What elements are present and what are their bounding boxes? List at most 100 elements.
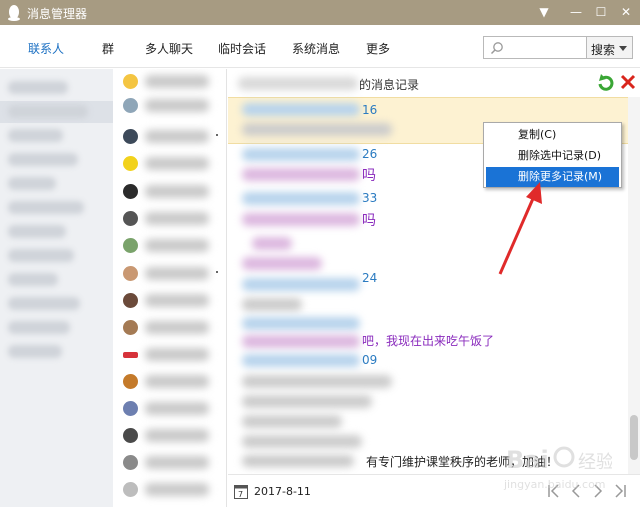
search-icon <box>490 42 503 55</box>
category-item[interactable] <box>8 201 84 214</box>
search-button-label: 搜索 <box>591 43 616 57</box>
avatar <box>123 293 138 308</box>
avatar <box>123 211 138 226</box>
context-menu: 复制(C) 删除选中记录(D) 删除更多记录(M) <box>483 122 622 188</box>
avatar <box>123 374 138 389</box>
message-text: 吗 <box>362 168 376 184</box>
contact-item[interactable] <box>113 315 226 339</box>
contact-list <box>113 69 227 507</box>
category-list <box>0 69 113 507</box>
chevron-down-icon <box>619 46 627 51</box>
svg-text:经验: 经验 <box>578 452 612 473</box>
message-body <box>242 375 392 388</box>
tab-groups[interactable]: 群 <box>102 40 114 57</box>
message-header-title: 的消息记录 <box>359 78 420 92</box>
contact-item[interactable] <box>113 93 226 117</box>
contact-name <box>145 456 209 469</box>
contact-name <box>145 75 209 88</box>
contact-name <box>145 212 209 225</box>
contact-item[interactable] <box>113 124 226 148</box>
contact-name <box>145 99 209 112</box>
contact-item[interactable] <box>113 396 226 420</box>
contact-name <box>238 77 358 90</box>
category-item[interactable] <box>8 273 58 286</box>
contact-name <box>145 402 209 415</box>
contact-item[interactable] <box>113 477 226 501</box>
category-item[interactable] <box>8 81 68 94</box>
contact-item[interactable] <box>113 288 226 312</box>
tab-temp-session[interactable]: 临时会话 <box>218 40 266 57</box>
delete-icon[interactable] <box>619 73 637 91</box>
selected-date: 2017-8-11 <box>254 485 311 498</box>
minimize-button[interactable]: — <box>566 3 586 21</box>
category-item[interactable] <box>8 225 66 238</box>
baidu-watermark-logo: Bai 经验 jingyan.baidu.com <box>503 446 612 491</box>
message-header: 的消息记录 <box>228 69 640 97</box>
message-sender <box>242 354 360 367</box>
contact-item[interactable] <box>113 206 226 230</box>
category-item[interactable] <box>8 249 74 262</box>
last-page-icon[interactable] <box>612 482 628 500</box>
contact-name <box>145 239 209 252</box>
tab-contacts[interactable]: 联系人 <box>28 40 64 57</box>
nav-bar: 联系人 群 多人聊天 临时会话 系统消息 更多 搜索 <box>0 25 640 68</box>
message-body <box>252 237 292 250</box>
menu-item-delete-selected[interactable]: 删除选中记录(D) <box>486 146 619 166</box>
category-item[interactable] <box>8 297 80 310</box>
qq-penguin-icon <box>8 5 20 21</box>
message-time: 26 <box>362 147 378 161</box>
message-sender <box>242 317 360 330</box>
message-text: 吧，我现在出来吃午饭了 <box>362 334 495 348</box>
dot <box>216 134 218 136</box>
scrollbar-thumb[interactable] <box>630 415 638 460</box>
message-text: 吗 <box>362 213 376 229</box>
category-item[interactable] <box>8 153 78 166</box>
category-item[interactable] <box>8 105 88 118</box>
avatar <box>123 352 138 358</box>
message-time: 09 <box>362 353 378 367</box>
avatar <box>123 455 138 470</box>
contact-item[interactable] <box>113 151 226 175</box>
contact-name <box>145 429 209 442</box>
contact-item[interactable] <box>113 233 226 257</box>
category-item[interactable] <box>8 321 70 334</box>
category-item[interactable] <box>8 177 56 190</box>
contact-item[interactable] <box>113 179 226 203</box>
search-button[interactable]: 搜索 <box>587 36 633 59</box>
message-sender <box>242 192 360 205</box>
tab-more[interactable]: 更多 <box>366 40 390 57</box>
message-body <box>242 257 322 270</box>
contact-item[interactable] <box>113 423 226 447</box>
contact-item[interactable] <box>113 369 226 393</box>
avatar <box>123 401 138 416</box>
maximize-button[interactable]: ☐ <box>591 3 611 21</box>
calendar-icon[interactable]: 7 <box>234 484 248 499</box>
avatar <box>123 184 138 199</box>
restore-icon[interactable] <box>597 74 615 92</box>
contact-item[interactable] <box>113 450 226 474</box>
message-body <box>242 213 360 226</box>
message-body <box>242 168 360 181</box>
message-body <box>242 435 362 448</box>
avatar <box>123 482 138 497</box>
annotation-arrow <box>498 182 542 275</box>
avatar <box>123 156 138 171</box>
search-input[interactable] <box>483 36 587 59</box>
contact-item[interactable] <box>113 261 226 285</box>
close-window-button[interactable]: ✕ <box>616 3 636 21</box>
svg-text:jingyan.baidu.com: jingyan.baidu.com <box>503 478 606 491</box>
category-item[interactable] <box>8 345 62 358</box>
contact-name <box>145 130 209 143</box>
contact-name <box>145 375 209 388</box>
menu-dropdown-icon[interactable]: ▼ <box>534 3 554 21</box>
contact-item[interactable] <box>113 69 226 93</box>
tab-system-messages[interactable]: 系统消息 <box>292 40 340 57</box>
message-body <box>242 298 302 311</box>
category-item[interactable] <box>8 129 63 142</box>
message-time: 24 <box>362 271 378 285</box>
contact-item[interactable] <box>113 342 226 366</box>
message-body <box>242 335 360 348</box>
menu-item-copy[interactable]: 复制(C) <box>486 125 619 145</box>
tab-multi-chat[interactable]: 多人聊天 <box>145 40 193 57</box>
message-body <box>242 415 342 428</box>
